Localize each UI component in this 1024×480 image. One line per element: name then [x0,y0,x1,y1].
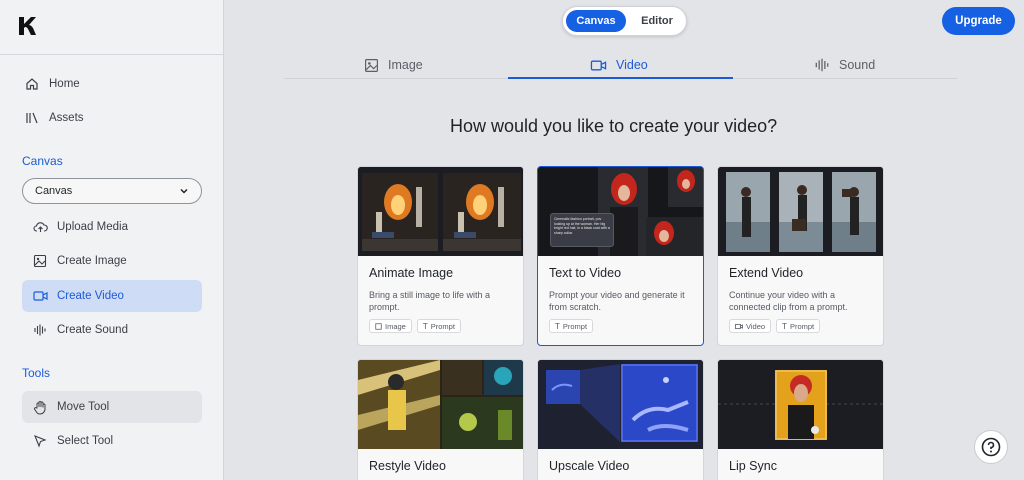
tab-label: Sound [839,58,876,72]
card-title: Upscale Video [549,459,630,473]
chip-image: Image [369,319,412,333]
sidebar-item-home[interactable]: Home [22,68,202,100]
upgrade-button[interactable]: Upgrade [942,7,1015,35]
sound-wave-icon [814,57,830,73]
active-tab-indicator [508,77,733,79]
canvas-select-value: Canvas [35,185,73,197]
card-description: Prompt your video and generate it from s… [549,290,685,312]
divider [0,54,224,55]
sidebar-item-move-tool[interactable]: Move Tool [22,391,202,423]
card-thumbnail [538,360,703,449]
sound-wave-icon [32,322,48,338]
tab-label: Image [388,58,423,72]
text-icon: T [555,321,560,331]
assets-icon [24,110,40,126]
video-camera-icon [32,288,48,304]
image-icon [364,58,379,73]
sidebar-item-create-video[interactable]: Create Video [22,280,202,312]
card-upscale-video[interactable]: Upscale Video [537,359,704,480]
sidebar-item-label: Home [49,78,80,90]
chip-video: Video [729,319,772,333]
chip-label: Prompt [789,321,815,331]
help-button[interactable] [974,430,1008,464]
card-description: Bring a still image to life with a promp… [369,290,491,312]
sidebar-item-upload-media[interactable]: Upload Media [22,211,202,243]
text-icon: T [782,321,787,331]
mode-toggle: Canvas Editor [562,6,687,36]
home-icon [24,76,40,92]
card-thumbnail [358,167,523,256]
sidebar-item-label: Assets [49,112,84,124]
text-icon: T [422,321,428,331]
tab-image[interactable]: Image [364,52,423,78]
video-camera-icon [590,59,607,72]
sidebar-item-label: Select Tool [57,435,114,447]
sidebar-item-select-tool[interactable]: Select Tool [22,425,202,457]
image-icon [375,322,382,330]
sidebar-item-label: Upload Media [57,221,128,233]
card-thumbnail [358,360,523,449]
card-title: Extend Video [729,266,804,280]
cloud-upload-icon [32,219,48,235]
chip-label: Prompt [430,321,455,331]
chip-prompt: T Prompt [549,319,594,333]
canvas-select[interactable]: Canvas [22,178,202,204]
sidebar-item-label: Create Sound [57,324,128,336]
card-title: Animate Image [369,266,454,280]
card-restyle-video[interactable]: Restyle Video [357,359,524,480]
sidebar-item-create-image[interactable]: Create Image [22,245,202,277]
chip-label: Prompt [562,321,588,331]
card-lip-sync[interactable]: Lip Sync [717,359,884,480]
tab-sound[interactable]: Sound [814,52,875,78]
card-text-to-video[interactable]: Cinematic fashion portrait, pov looking … [537,166,704,346]
card-thumbnail [718,167,883,256]
card-title: Lip Sync [729,459,777,473]
question-icon [981,437,1001,457]
prompt-overlay: Cinematic fashion portrait, pov looking … [550,213,614,247]
chip-label: Video [746,321,766,331]
card-thumbnail [718,360,883,449]
video-camera-icon [735,323,743,329]
page-title: How would you like to create your video? [450,116,778,136]
sidebar-item-label: Create Image [57,255,127,267]
chip-prompt: T Prompt [776,319,821,333]
section-label-tools: Tools [22,366,51,380]
chevron-down-icon [180,188,188,194]
card-extend-video[interactable]: Extend Video Continue your video with a … [717,166,884,346]
chip-label: Image [385,321,406,331]
card-thumbnail: Cinematic fashion portrait, pov looking … [538,167,703,256]
image-icon [32,253,48,269]
cursor-icon [32,433,48,449]
tab-video[interactable]: Video [590,52,648,78]
card-animate-image[interactable]: Animate Image Bring a still image to lif… [357,166,524,346]
krea-logo[interactable] [16,15,38,37]
sidebar: Home Assets Canvas Canvas Upload Media C… [0,0,224,480]
hand-icon [32,399,48,415]
sidebar-item-create-sound[interactable]: Create Sound [22,314,202,346]
chip-prompt: T Prompt [416,319,461,333]
sidebar-item-label: Move Tool [57,401,110,413]
toggle-editor[interactable]: Editor [629,10,685,32]
toggle-canvas[interactable]: Canvas [566,10,626,32]
sidebar-item-label: Create Video [57,290,124,302]
section-label-canvas: Canvas [22,154,63,168]
card-title: Text to Video [549,266,622,280]
tab-label: Video [616,58,648,72]
card-description: Continue your video with a connected cli… [729,290,848,312]
sidebar-item-assets[interactable]: Assets [22,102,202,134]
card-title: Restyle Video [369,459,446,473]
